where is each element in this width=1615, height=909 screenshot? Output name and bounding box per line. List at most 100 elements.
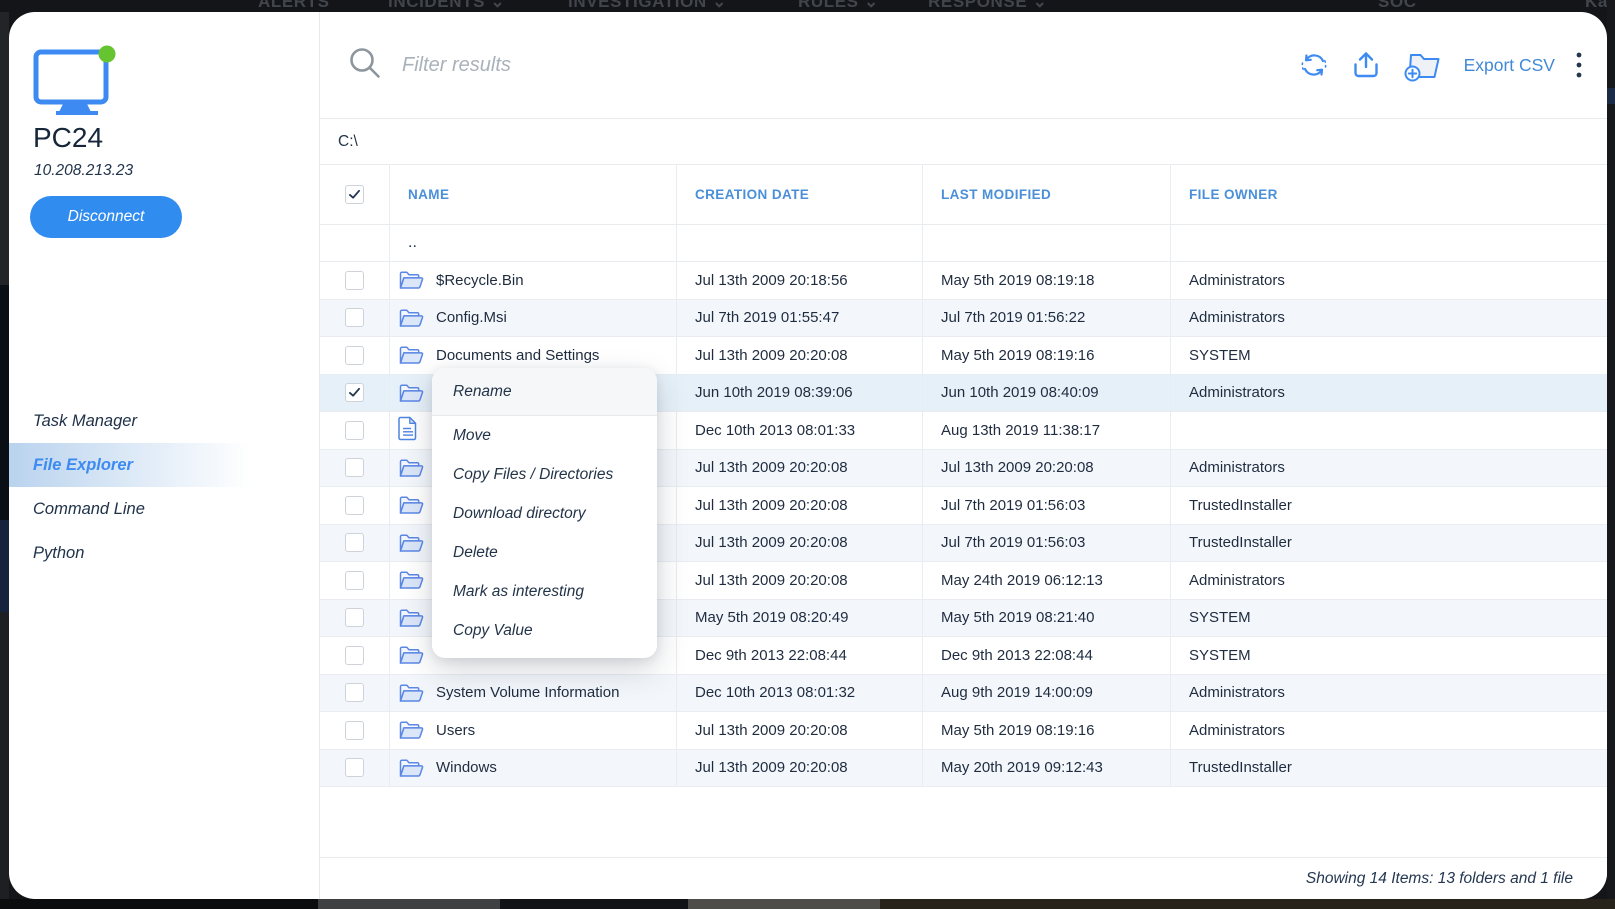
monitor-online-icon (32, 45, 118, 124)
last-modified: May 5th 2019 08:19:16 (923, 337, 1171, 374)
table-row[interactable]: Config.Msi Jul 7th 2019 01:55:47 Jul 7th… (320, 300, 1607, 338)
host-name: PC24 (33, 122, 103, 154)
export-csv-button[interactable]: Export CSV (1464, 55, 1555, 76)
context-menu-item-rename[interactable]: Rename (432, 368, 657, 416)
file-owner: SYSTEM (1171, 600, 1607, 637)
file-name: Users (436, 722, 475, 739)
search-icon (346, 44, 384, 87)
folder-icon (398, 719, 424, 741)
table-row[interactable]: $Recycle.Bin Jul 13th 2009 20:18:56 May … (320, 262, 1607, 300)
last-modified: Jul 13th 2009 20:20:08 (923, 450, 1171, 487)
table-row[interactable]: Users Jul 13th 2009 20:20:08 May 5th 201… (320, 712, 1607, 750)
background-right-edge (1607, 88, 1615, 104)
folder-icon (398, 757, 424, 779)
column-header-file-owner[interactable]: FILE OWNER (1171, 165, 1607, 224)
disconnect-button[interactable]: Disconnect (30, 196, 182, 238)
row-checkbox[interactable] (345, 383, 364, 402)
folder-icon (398, 644, 424, 666)
row-checkbox[interactable] (345, 646, 364, 665)
creation-date: May 5th 2019 08:20:49 (677, 600, 923, 637)
file-owner: TrustedInstaller (1171, 487, 1607, 524)
remote-tools-modal: PC24 10.208.213.23 Disconnect Task Manag… (9, 12, 1607, 899)
folder-icon (398, 269, 424, 291)
background-taskbar (0, 899, 1615, 909)
row-checkbox[interactable] (345, 421, 364, 440)
background-nav-rules: RULES ⌄ (798, 0, 879, 12)
file-name: Windows (436, 759, 497, 776)
breadcrumb[interactable]: C:\ (320, 119, 1607, 165)
new-folder-icon[interactable] (1402, 48, 1444, 82)
context-menu-item-label: Delete (453, 544, 498, 562)
last-modified: Aug 9th 2019 14:00:09 (923, 675, 1171, 712)
row-checkbox[interactable] (345, 608, 364, 627)
table-header: NAME CREATION DATE LAST MODIFIED FILE OW… (320, 165, 1607, 225)
folder-icon (398, 382, 424, 404)
column-header-last-modified[interactable]: LAST MODIFIED (923, 165, 1171, 224)
last-modified: May 20th 2019 09:12:43 (923, 750, 1171, 787)
context-menu-item-copy-value[interactable]: Copy Value (432, 611, 657, 650)
screen: ALERTSINCIDENTS ⌄INVESTIGATION ⌄RULES ⌄R… (0, 0, 1615, 909)
sidebar-item-file-explorer[interactable]: File Explorer (9, 443, 319, 487)
context-menu-item-move[interactable]: Move (432, 416, 657, 455)
context-menu-item-mark-as-interesting[interactable]: Mark as interesting (432, 572, 657, 611)
context-menu-item-copy-files-directories[interactable]: Copy Files / Directories (432, 455, 657, 494)
context-menu-item-label: Download directory (453, 505, 586, 523)
sidebar-item-python[interactable]: Python (9, 531, 319, 575)
folder-icon (398, 344, 424, 366)
table-row[interactable]: Windows Jul 13th 2009 20:20:08 May 20th … (320, 750, 1607, 788)
items-summary: Showing 14 Items: 13 folders and 1 file (1306, 870, 1573, 888)
context-menu-item-label: Copy Value (453, 622, 533, 640)
last-modified: Jul 7th 2019 01:56:22 (923, 300, 1171, 337)
context-menu-item-delete[interactable]: Delete (432, 533, 657, 572)
last-modified: Jul 7th 2019 01:56:03 (923, 525, 1171, 562)
column-header-creation-date[interactable]: CREATION DATE (677, 165, 923, 224)
row-checkbox[interactable] (345, 496, 364, 515)
creation-date: Jul 13th 2009 20:20:08 (677, 487, 923, 524)
filter-results-input[interactable] (400, 53, 704, 78)
select-all-checkbox[interactable] (345, 185, 364, 204)
file-owner: SYSTEM (1171, 337, 1607, 374)
folder-icon (398, 307, 424, 329)
file-name: System Volume Information (436, 684, 619, 701)
row-checkbox[interactable] (345, 683, 364, 702)
upload-file-icon[interactable] (1350, 49, 1382, 81)
background-left-edge (0, 612, 9, 899)
creation-date: Jul 13th 2009 20:18:56 (677, 262, 923, 299)
row-checkbox[interactable] (345, 308, 364, 327)
row-checkbox[interactable] (345, 571, 364, 590)
file-owner: Administrators (1171, 675, 1607, 712)
file-owner: Administrators (1171, 450, 1607, 487)
row-checkbox[interactable] (345, 346, 364, 365)
creation-date: Dec 10th 2013 08:01:33 (677, 412, 923, 449)
row-checkbox[interactable] (345, 758, 364, 777)
table-row[interactable]: System Volume Information Dec 10th 2013 … (320, 675, 1607, 713)
sidebar-item-task-manager[interactable]: Task Manager (9, 399, 319, 443)
file-owner: SYSTEM (1171, 637, 1607, 674)
file-name: Config.Msi (436, 309, 507, 326)
background-left-edge (0, 285, 9, 520)
toolbar-actions: Export CSV (1298, 12, 1583, 118)
last-modified: May 5th 2019 08:21:40 (923, 600, 1171, 637)
last-modified: May 5th 2019 08:19:18 (923, 262, 1171, 299)
last-modified: Jul 7th 2019 01:56:03 (923, 487, 1171, 524)
refresh-icon[interactable] (1298, 49, 1330, 81)
folder-icon (398, 682, 424, 704)
kebab-menu-icon[interactable] (1575, 50, 1583, 80)
background-left-edge (0, 12, 9, 285)
row-checkbox[interactable] (345, 458, 364, 477)
parent-directory-row[interactable]: .. (320, 225, 1607, 262)
select-all-cell (320, 165, 390, 224)
row-checkbox[interactable] (345, 721, 364, 740)
background-nav-incidents: INCIDENTS ⌄ (388, 0, 505, 12)
context-menu-item-download-directory[interactable]: Download directory (432, 494, 657, 533)
online-status-dot (99, 46, 116, 63)
file-icon (398, 416, 418, 445)
sidebar-item-command-line[interactable]: Command Line (9, 487, 319, 531)
column-header-name[interactable]: NAME (390, 165, 677, 224)
table-footer: Showing 14 Items: 13 folders and 1 file (320, 857, 1607, 899)
folder-icon (398, 494, 424, 516)
sidebar-item-label: Task Manager (33, 412, 137, 431)
row-checkbox[interactable] (345, 533, 364, 552)
file-owner: Administrators (1171, 562, 1607, 599)
row-checkbox[interactable] (345, 271, 364, 290)
